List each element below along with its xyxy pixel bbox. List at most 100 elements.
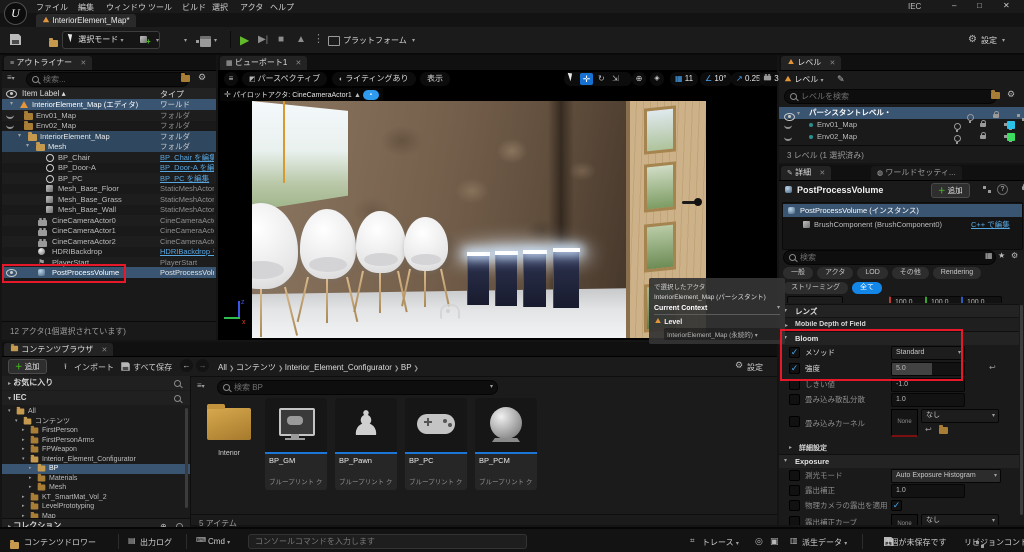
chip-all[interactable]: 全て: [852, 282, 882, 294]
skip-icon[interactable]: ▶|: [258, 34, 268, 45]
threshold-checkbox[interactable]: [789, 379, 800, 390]
viewport-menu-icon[interactable]: ≡: [224, 72, 238, 86]
tree-row[interactable]: ▸ Mesh: [2, 483, 190, 493]
outliner-row-postprocessvolume[interactable]: PostProcessVolume PostProcessVolume: [2, 267, 216, 278]
console-input[interactable]: コンソールコマンドを入力します: [248, 534, 527, 549]
hidden-eye-icon[interactable]: [784, 135, 792, 141]
outliner-row[interactable]: BP_PC BP_PC を編集: [2, 173, 216, 184]
world-space-icon[interactable]: ⊕: [632, 72, 646, 86]
section-exposure[interactable]: ▾Exposure: [779, 454, 1019, 468]
perspective-dropdown[interactable]: ◩ パースペクティブ: [242, 72, 327, 86]
lock-icon[interactable]: [980, 123, 986, 127]
curve-checkbox[interactable]: [789, 516, 800, 525]
tree-row-clipped[interactable]: ▸ Map: [2, 512, 190, 518]
search-icon[interactable]: [174, 395, 181, 402]
tree-row[interactable]: ▸ FirstPerson: [2, 426, 190, 436]
asset-tile-bp-pc[interactable]: BP_PC ブループリント ク...: [405, 398, 467, 490]
method-checkbox[interactable]: [789, 347, 800, 358]
hidden-eye-icon[interactable]: [6, 123, 14, 129]
cb-search-caret-icon[interactable]: ▾: [490, 381, 493, 394]
intensity-slider[interactable]: 5.0: [891, 362, 965, 376]
close-button[interactable]: ✕: [1003, 1, 1010, 10]
curve-thumbnail[interactable]: None: [891, 514, 918, 525]
levels-dropdown[interactable]: レベル ▾: [784, 73, 823, 86]
select-tool-icon[interactable]: [568, 72, 575, 82]
back-icon[interactable]: ←: [180, 359, 193, 372]
eject-pilot-icon[interactable]: ▲: [354, 92, 363, 99]
kernel-dropdown[interactable]: なし▾: [921, 409, 999, 423]
levels-edit-icon[interactable]: ✎: [837, 74, 845, 85]
details-scm-icon[interactable]: [983, 186, 991, 193]
render-scene[interactable]: [252, 101, 706, 338]
show-dropdown[interactable]: 表示: [420, 72, 450, 86]
chip-misc[interactable]: その他: [892, 267, 929, 279]
visibility-column-icon[interactable]: [6, 90, 17, 98]
unreal-logo-icon[interactable]: U: [4, 2, 27, 25]
favorites-header[interactable]: ▸ お気に入り: [2, 376, 190, 390]
reset-to-default-icon[interactable]: ↩: [989, 363, 996, 372]
row-edit-link[interactable]: BP_PC を編集: [160, 173, 214, 184]
asset-tile-bp-pawn[interactable]: ♟ BP_Pawn ブループリント ク...: [335, 398, 397, 490]
output-log-button[interactable]: 出力ログ: [140, 537, 172, 548]
outliner-row[interactable]: ⚑ PlayerStart PlayerStart: [2, 257, 216, 268]
row-edit-link[interactable]: BP_Chair を編集: [160, 152, 214, 163]
cmd-dropdown[interactable]: Cmd ▾: [208, 537, 230, 546]
platform-caret-icon[interactable]: ▾: [412, 37, 415, 44]
expander-icon[interactable]: ▾: [18, 131, 21, 142]
content-browser-tab[interactable]: コンテンツブラウザ ✕: [4, 343, 113, 356]
lighting-icon[interactable]: [954, 123, 961, 130]
clipped-scale-y[interactable]: 100.0: [925, 296, 966, 303]
blueprints-caret-icon[interactable]: ▾: [184, 37, 187, 44]
cb-settings-label[interactable]: 設定: [747, 362, 763, 373]
menu-select[interactable]: 選択: [212, 2, 228, 13]
scatter-checkbox[interactable]: [789, 394, 800, 405]
cb-tree-scrollbar[interactable]: [185, 408, 188, 508]
outliner-row[interactable]: ▾ Mesh フォルダ: [2, 141, 216, 152]
details-display-icon[interactable]: ▦: [985, 251, 993, 260]
row-edit-link[interactable]: BP_Door-A を編集: [160, 162, 214, 173]
outliner-row[interactable]: BP_Door-A BP_Door-A を編集: [2, 162, 216, 173]
outliner-col-label[interactable]: Item Label ▴: [22, 89, 66, 98]
clipped-dropdown[interactable]: [787, 296, 843, 303]
cb-search-input[interactable]: 検索 BP ▾: [217, 380, 498, 395]
tree-row[interactable]: ▸ Materials: [2, 474, 190, 484]
details-scrollbar[interactable]: [1020, 305, 1023, 515]
levels-folder-icon[interactable]: [991, 92, 1000, 99]
platform-label[interactable]: プラットフォーム: [343, 35, 407, 46]
overlay-context-caret-icon[interactable]: ▾: [777, 304, 780, 311]
move-tool-icon[interactable]: ✛: [580, 73, 593, 85]
row-edit-link[interactable]: HDRIBackdrop を編集: [160, 246, 214, 257]
stop-icon[interactable]: ■: [278, 34, 284, 45]
lock-icon[interactable]: [993, 114, 999, 118]
tree-row-content[interactable]: ▾ コンテンツ: [2, 417, 190, 427]
menu-build[interactable]: ビルド: [182, 2, 206, 13]
cinematics-icon[interactable]: [200, 36, 211, 47]
save-all-button[interactable]: すべて保存: [133, 362, 172, 373]
screenshot-icon[interactable]: ▣: [770, 536, 779, 547]
cb-add-button[interactable]: ＋ 追加: [8, 359, 47, 374]
pc-monolith[interactable]: [467, 255, 489, 305]
settings-gear-icon[interactable]: ⚙: [968, 34, 977, 45]
outliner-row[interactable]: Mesh_Base_Wall StaticMeshActor: [2, 204, 216, 215]
save-icon[interactable]: [10, 34, 21, 45]
outliner-close-icon[interactable]: ✕: [80, 60, 86, 67]
tree-row-project-folder[interactable]: ▾ Interior_Element_Configurator: [2, 455, 190, 465]
expander-icon[interactable]: ▾: [26, 141, 29, 152]
outliner-row[interactable]: Mesh_Base_Floor StaticMeshActor: [2, 183, 216, 194]
physical-value-checkbox[interactable]: [891, 500, 902, 511]
outliner-row[interactable]: CineCameraActor1 CineCameraActor: [2, 225, 216, 236]
cb-filter-icon[interactable]: ≡▾: [197, 381, 205, 390]
speaker-sprite-icon[interactable]: [440, 304, 460, 320]
outliner-row[interactable]: CineCameraActor0 CineCameraActor: [2, 215, 216, 226]
level-color-swatch[interactable]: [1007, 133, 1015, 141]
kernel-browse-icon[interactable]: [939, 427, 948, 434]
pc-monolith[interactable]: [523, 253, 546, 307]
tree-row[interactable]: ▸ FPWeapon: [2, 445, 190, 455]
surface-snap-icon[interactable]: ◈: [650, 72, 664, 86]
outliner-row[interactable]: ▾ InteriorElement_Map フォルダ: [2, 131, 216, 142]
level-asset-tab[interactable]: InteriorElement_Map*: [36, 14, 136, 28]
cinematics-caret-icon[interactable]: ▾: [214, 37, 217, 44]
details-close-icon[interactable]: ✕: [819, 170, 825, 177]
level-row[interactable]: Env01_Map: [779, 119, 1024, 131]
kernel-checkbox[interactable]: [789, 416, 800, 427]
